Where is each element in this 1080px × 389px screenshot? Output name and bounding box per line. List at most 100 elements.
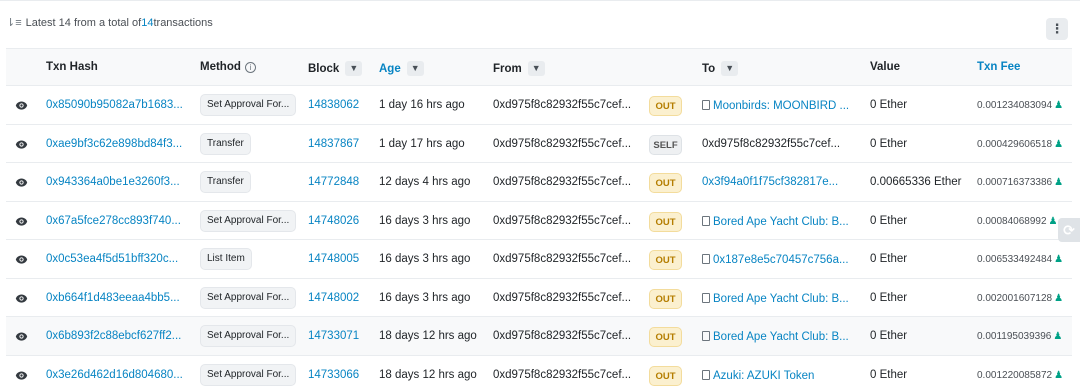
txn-hash-link[interactable]: 0x0c53ea4f5d51bff320c... (46, 253, 178, 265)
table-body: 0x85090b95082a7b1683... Set Approval For.… (6, 86, 1072, 389)
from-address[interactable]: 0xd975f8c82932f55c7cef... (493, 215, 631, 227)
from-address[interactable]: 0xd975f8c82932f55c7cef... (493, 369, 631, 381)
age-text: 16 days 3 hrs ago (379, 214, 471, 227)
method-badge: List Item (200, 248, 252, 270)
floating-side-icon[interactable]: ⟳ (1058, 218, 1080, 242)
transactions-table: Txn Hash Method i Block ▼ Age ▼ From ▼ To ▼ V… (6, 48, 1072, 389)
col-hash-label: Txn Hash (46, 61, 98, 73)
to-address-text[interactable]: Bored Ape Yacht Club: B... (713, 331, 849, 343)
table-row: 0x3e26d462d16d804680... Set Approval For.… (6, 356, 1072, 389)
txn-hash-link[interactable]: 0x85090b95082a7b1683... (46, 99, 183, 111)
direction-badge: OUT (649, 96, 682, 116)
table-header-bar: ⇂≡ Latest 14 from a total of 14 transact… (0, 8, 1080, 40)
value-text: 0 Ether (870, 368, 908, 381)
filter-icon[interactable]: ▼ (721, 61, 739, 76)
to-address[interactable]: Moonbirds: MOONBIRD ... (702, 99, 849, 112)
method-badge: Set Approval For... (200, 209, 297, 232)
to-address[interactable]: 0xd975f8c82932f55c7cef... (702, 138, 840, 150)
eye-icon[interactable] (15, 99, 28, 112)
summary-count[interactable]: 14 (141, 17, 153, 29)
from-address[interactable]: 0xd975f8c82932f55c7cef... (493, 292, 631, 304)
eye-icon[interactable] (15, 330, 28, 343)
from-address[interactable]: 0xd975f8c82932f55c7cef... (493, 253, 631, 265)
to-address[interactable]: Bored Ape Yacht Club: B... (702, 330, 849, 343)
gas-icon: ♟ (1048, 215, 1058, 227)
contract-doc-icon (702, 369, 710, 380)
contract-doc-icon (702, 215, 710, 226)
col-header-from: From ▼ (493, 61, 545, 76)
to-address[interactable]: Azuki: AZUKI Token (702, 369, 814, 382)
more-options-icon[interactable]: ⋮ (1046, 18, 1068, 40)
to-address-text[interactable]: Azuki: AZUKI Token (713, 370, 814, 382)
value-text: 0 Ether (870, 253, 908, 265)
direction-badge: OUT (649, 211, 682, 232)
txn-fee: 0.001220085872 ♟ (977, 370, 1063, 381)
direction-badge: OUT (649, 365, 682, 386)
to-address-text[interactable]: Bored Ape Yacht Club: B... (713, 216, 849, 228)
filter-icon[interactable]: ▼ (527, 61, 545, 76)
table-row: 0x6b893f2c88ebcf627ff2... Set Approval Fo… (6, 317, 1072, 356)
to-address-text[interactable]: Moonbirds: MOONBIRD ... (713, 100, 849, 112)
block-link[interactable]: 14748002 (308, 292, 359, 304)
from-address[interactable]: 0xd975f8c82932f55c7cef... (493, 176, 631, 188)
gas-icon: ♟ (1054, 254, 1064, 265)
eye-icon[interactable] (15, 292, 28, 305)
to-address-text[interactable]: 0xd975f8c82932f55c7cef... (702, 138, 840, 150)
eye-icon[interactable] (15, 176, 28, 189)
table-row: 0xae9bf3c62e898bd84f3... Transfer 14837867… (6, 125, 1072, 163)
txn-fee: 0.001195039396 ♟ (977, 331, 1062, 342)
col-age-label[interactable]: Age (379, 63, 401, 75)
sort-icon: ⇂≡ (6, 17, 22, 29)
block-link[interactable]: 14733071 (308, 330, 359, 342)
txn-fee-text: 0.00084068992 (977, 215, 1047, 227)
filter-icon[interactable]: ▼ (345, 61, 363, 76)
txn-hash-link[interactable]: 0x67a5fce278cc893f740... (46, 215, 181, 227)
eye-icon[interactable] (15, 215, 28, 228)
col-fee-label[interactable]: Txn Fee (977, 61, 1020, 73)
filter-icon[interactable]: ▼ (406, 61, 424, 76)
block-link[interactable]: 14733066 (308, 369, 359, 381)
col-method-label: Method (200, 61, 241, 73)
col-header-age[interactable]: Age ▼ (379, 61, 424, 76)
txn-fee-text: 0.006533492484 (977, 254, 1053, 265)
gas-icon: ♟ (1054, 292, 1064, 304)
to-address[interactable]: Bored Ape Yacht Club: B... (702, 215, 849, 228)
txn-hash-link[interactable]: 0x6b893f2c88ebcf627ff2... (46, 330, 181, 342)
from-address[interactable]: 0xd975f8c82932f55c7cef... (493, 99, 631, 111)
txn-hash-link[interactable]: 0x943364a0be1e3260f3... (46, 176, 180, 188)
summary-prefix: Latest 14 from a total of (25, 16, 142, 29)
txn-hash-link[interactable]: 0xb664f1d483eeaa4bb5... (46, 292, 180, 304)
block-link[interactable]: 14748005 (308, 253, 359, 265)
block-link[interactable]: 14837867 (308, 138, 359, 150)
txn-hash-link[interactable]: 0xae9bf3c62e898bd84f3... (46, 138, 182, 150)
eye-icon[interactable] (15, 138, 28, 151)
to-address-text[interactable]: Bored Ape Yacht Club: B... (713, 293, 849, 305)
block-link[interactable]: 14838062 (308, 99, 359, 111)
gas-icon: ♟ (1054, 100, 1064, 111)
to-address[interactable]: 0x187e8e5c70457c756a... (702, 253, 849, 266)
value-text: 0 Ether (870, 291, 908, 304)
value-text: 0 Ether (870, 214, 908, 227)
age-text: 18 days 12 hrs ago (379, 368, 477, 381)
col-header-fee[interactable]: Txn Fee (977, 61, 1020, 73)
age-text: 12 days 4 hrs ago (379, 176, 471, 188)
age-text: 16 days 3 hrs ago (379, 291, 471, 304)
from-address[interactable]: 0xd975f8c82932f55c7cef... (493, 138, 631, 150)
to-address[interactable]: 0x3f94a0f1f75cf382817e... (702, 176, 838, 188)
block-link[interactable]: 14772848 (308, 176, 359, 188)
direction-badge: OUT (649, 250, 682, 270)
txn-hash-link[interactable]: 0x3e26d462d16d804680... (46, 369, 183, 381)
to-address[interactable]: Bored Ape Yacht Club: B... (702, 292, 849, 305)
to-address-text[interactable]: 0x3f94a0f1f75cf382817e... (702, 176, 838, 188)
value-text: 0 Ether (870, 137, 908, 150)
contract-doc-icon (702, 292, 710, 303)
txn-fee: 0.00084068992 ♟ (977, 216, 1058, 227)
gas-icon: ♟ (1053, 331, 1063, 342)
block-link[interactable]: 14748026 (308, 215, 359, 227)
eye-icon[interactable] (15, 369, 28, 382)
to-address-text[interactable]: 0x187e8e5c70457c756a... (713, 254, 849, 266)
eye-icon[interactable] (15, 253, 28, 266)
from-address[interactable]: 0xd975f8c82932f55c7cef... (493, 330, 631, 342)
info-icon[interactable]: i (244, 61, 256, 73)
txn-fee-text: 0.001195039396 (977, 331, 1052, 342)
